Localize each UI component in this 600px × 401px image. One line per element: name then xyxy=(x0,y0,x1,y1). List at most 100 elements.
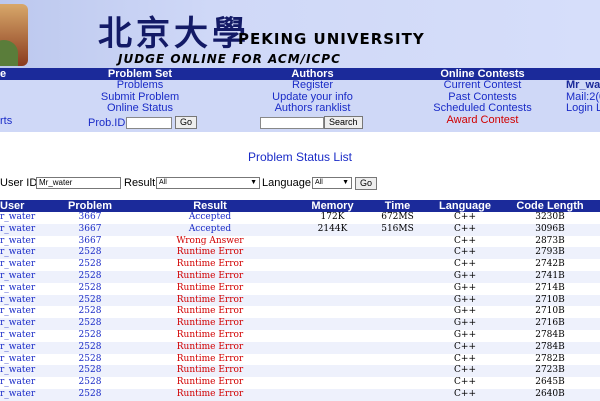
cell-time xyxy=(365,270,430,283)
cell-problem[interactable]: 2528 xyxy=(60,282,120,295)
cell-language[interactable]: C++ xyxy=(430,212,500,224)
cell-user[interactable]: r_water xyxy=(0,247,60,260)
cell-language[interactable]: C++ xyxy=(430,388,500,401)
menu-link-register[interactable]: Register xyxy=(220,79,405,92)
table-row: r_water 2528 Runtime Error C++ 2782B xyxy=(0,353,600,366)
cell-language[interactable]: C++ xyxy=(430,259,500,271)
cell-time xyxy=(365,306,430,319)
cell-language[interactable]: C++ xyxy=(430,353,500,366)
cell-user[interactable]: r_water xyxy=(0,223,60,236)
cell-problem[interactable]: 3667 xyxy=(60,212,120,224)
column-header: Problem xyxy=(60,200,120,212)
cell-problem[interactable]: 2528 xyxy=(60,318,120,330)
cell-memory xyxy=(300,247,365,260)
cell-language[interactable]: G++ xyxy=(430,329,500,342)
status-filter-bar: User ID: Mr_water Result: All ▼ Language… xyxy=(0,176,600,192)
result-select[interactable]: All ▼ xyxy=(156,177,260,189)
cell-user[interactable]: r_water xyxy=(0,306,60,319)
cell-length: 2741B xyxy=(500,270,600,283)
cell-user[interactable]: r_water xyxy=(0,377,60,389)
cell-user[interactable]: r_water xyxy=(0,329,60,342)
problem-go-button[interactable]: Go xyxy=(175,116,198,129)
menu-link-award-contest[interactable]: Award Contest xyxy=(405,114,560,127)
cell-problem[interactable]: 2528 xyxy=(60,294,120,307)
cell-user[interactable]: r_water xyxy=(0,388,60,401)
cell-length: 2640B xyxy=(500,388,600,401)
cell-language[interactable]: C++ xyxy=(430,377,500,389)
cell-memory xyxy=(300,294,365,307)
user-login-link[interactable]: Login L xyxy=(566,102,600,115)
cell-user[interactable]: r_water xyxy=(0,212,60,224)
status-table: User Problem Result Memory Time Language Code … xyxy=(0,200,600,401)
menu-link-truncated[interactable]: rts xyxy=(0,115,12,128)
user-id-input[interactable]: Mr_water xyxy=(36,177,121,189)
chevron-down-icon: ▼ xyxy=(250,179,257,186)
chevron-down-icon: ▼ xyxy=(342,179,349,186)
cell-problem[interactable]: 2528 xyxy=(60,365,120,378)
cell-language[interactable]: C++ xyxy=(430,223,500,236)
author-search-button[interactable]: Search xyxy=(324,116,363,129)
menu-link-authors-ranklist[interactable]: Authors ranklist xyxy=(220,102,405,115)
problem-id-label: Prob.ID: xyxy=(88,117,129,129)
cell-time: 672MS xyxy=(365,212,430,224)
cell-problem[interactable]: 2528 xyxy=(60,377,120,389)
filter-go-button[interactable]: Go xyxy=(355,177,378,190)
cell-problem[interactable]: 2528 xyxy=(60,341,120,354)
menu-link-problems[interactable]: Problems xyxy=(60,79,220,92)
problem-id-input[interactable] xyxy=(126,117,172,129)
table-row: r_water 2528 Runtime Error G++ 2716B xyxy=(0,318,600,330)
cell-user[interactable]: r_water xyxy=(0,365,60,378)
menu-head-home: e xyxy=(0,68,60,80)
cell-result: Runtime Error xyxy=(120,353,300,366)
cell-result: Runtime Error xyxy=(120,247,300,260)
university-logo-calligraphy: 北京大學 xyxy=(98,14,250,54)
cell-memory: 2144K xyxy=(300,223,365,236)
cell-problem[interactable]: 2528 xyxy=(60,353,120,366)
cell-result: Runtime Error xyxy=(120,329,300,342)
site-banner: 北京大學 PEKING UNIVERSITY JUDGE ONLINE FOR … xyxy=(0,0,600,68)
cell-result: Runtime Error xyxy=(120,294,300,307)
cell-result: Runtime Error xyxy=(120,341,300,354)
user-name-link[interactable]: Mr_wat xyxy=(566,79,600,92)
menu-col-problem-set: Problem Set Problems Submit Problem Onli… xyxy=(60,68,220,132)
cell-problem[interactable]: 2528 xyxy=(60,306,120,319)
cell-problem[interactable]: 2528 xyxy=(60,388,120,401)
cell-user[interactable]: r_water xyxy=(0,353,60,366)
cell-language[interactable]: C++ xyxy=(430,247,500,260)
author-search-input[interactable] xyxy=(260,117,324,129)
cell-time xyxy=(365,294,430,307)
cell-problem[interactable]: 3667 xyxy=(60,235,120,248)
cell-user[interactable]: r_water xyxy=(0,259,60,271)
language-select[interactable]: All ▼ xyxy=(312,177,352,189)
cell-language[interactable]: G++ xyxy=(430,270,500,283)
cell-user[interactable]: r_water xyxy=(0,282,60,295)
cell-user[interactable]: r_water xyxy=(0,235,60,248)
cell-language[interactable]: C++ xyxy=(430,365,500,378)
cell-problem[interactable]: 2528 xyxy=(60,270,120,283)
cell-language[interactable]: G++ xyxy=(430,294,500,307)
cell-language[interactable]: G++ xyxy=(430,306,500,319)
table-row: r_water 2528 Runtime Error C++ 2793B xyxy=(0,247,600,260)
cell-memory xyxy=(300,282,365,295)
cell-time xyxy=(365,259,430,271)
menu-link-online-status[interactable]: Online Status xyxy=(60,102,220,115)
cell-user[interactable]: r_water xyxy=(0,341,60,354)
cell-language[interactable]: C++ xyxy=(430,235,500,248)
cell-problem[interactable]: 2528 xyxy=(60,259,120,271)
cell-time xyxy=(365,247,430,260)
table-row: r_water 3667 Wrong Answer C++ 2873B xyxy=(0,235,600,248)
cell-user[interactable]: r_water xyxy=(0,318,60,330)
cell-user[interactable]: r_water xyxy=(0,270,60,283)
cell-language[interactable]: G++ xyxy=(430,318,500,330)
cell-problem[interactable]: 2528 xyxy=(60,329,120,342)
result-select-value: All xyxy=(159,179,167,186)
cell-user[interactable]: r_water xyxy=(0,294,60,307)
cell-problem[interactable]: 3667 xyxy=(60,223,120,236)
table-row: r_water 2528 Runtime Error G++ 2714B xyxy=(0,282,600,295)
menu-link-current-contest[interactable]: Current Contest xyxy=(405,79,560,92)
menu-link-scheduled-contests[interactable]: Scheduled Contests xyxy=(405,102,560,115)
cell-language[interactable]: C++ xyxy=(430,341,500,354)
cell-length: 2742B xyxy=(500,259,600,271)
cell-problem[interactable]: 2528 xyxy=(60,247,120,260)
cell-language[interactable]: G++ xyxy=(430,282,500,295)
